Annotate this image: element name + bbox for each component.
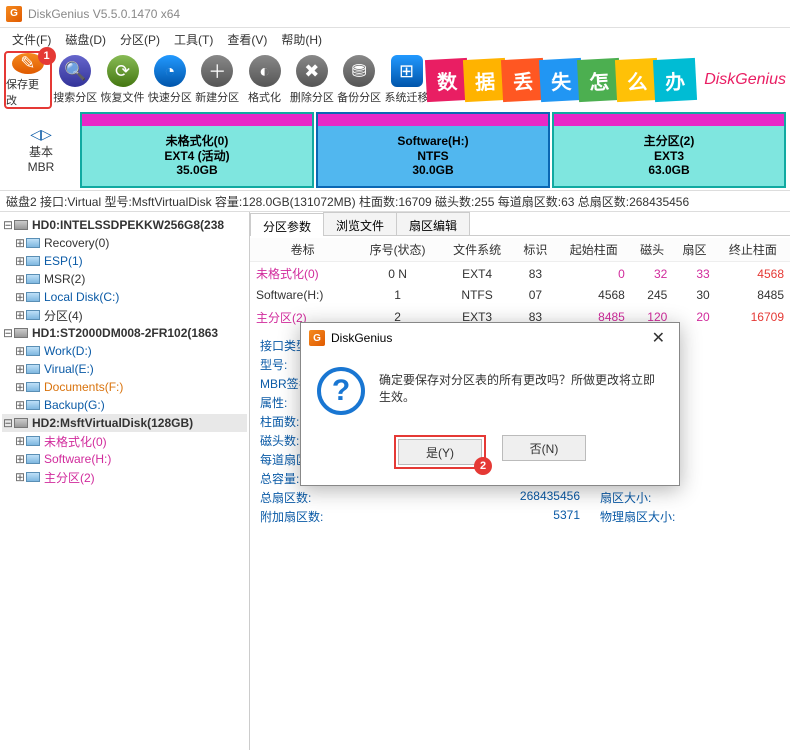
annotation-badge-2: 2	[474, 457, 492, 475]
no-button[interactable]: 否(N)	[502, 435, 586, 461]
yes-button[interactable]: 是(Y)	[398, 439, 482, 465]
dialog-logo-icon: G	[309, 330, 325, 346]
modal-overlay: G DiskGenius ✕ ? 确定要保存对分区表的所有更改吗？所做更改将立即…	[0, 0, 790, 750]
yes-button-highlight: 是(Y) 2	[394, 435, 486, 469]
dialog-title: DiskGenius	[331, 331, 392, 345]
dialog-close-button[interactable]: ✕	[646, 328, 671, 348]
confirm-dialog: G DiskGenius ✕ ? 确定要保存对分区表的所有更改吗？所做更改将立即…	[300, 322, 680, 486]
dialog-message: 确定要保存对分区表的所有更改吗？所做更改将立即生效。	[379, 367, 663, 405]
question-icon: ?	[317, 367, 365, 415]
dialog-titlebar[interactable]: G DiskGenius ✕	[301, 323, 679, 353]
